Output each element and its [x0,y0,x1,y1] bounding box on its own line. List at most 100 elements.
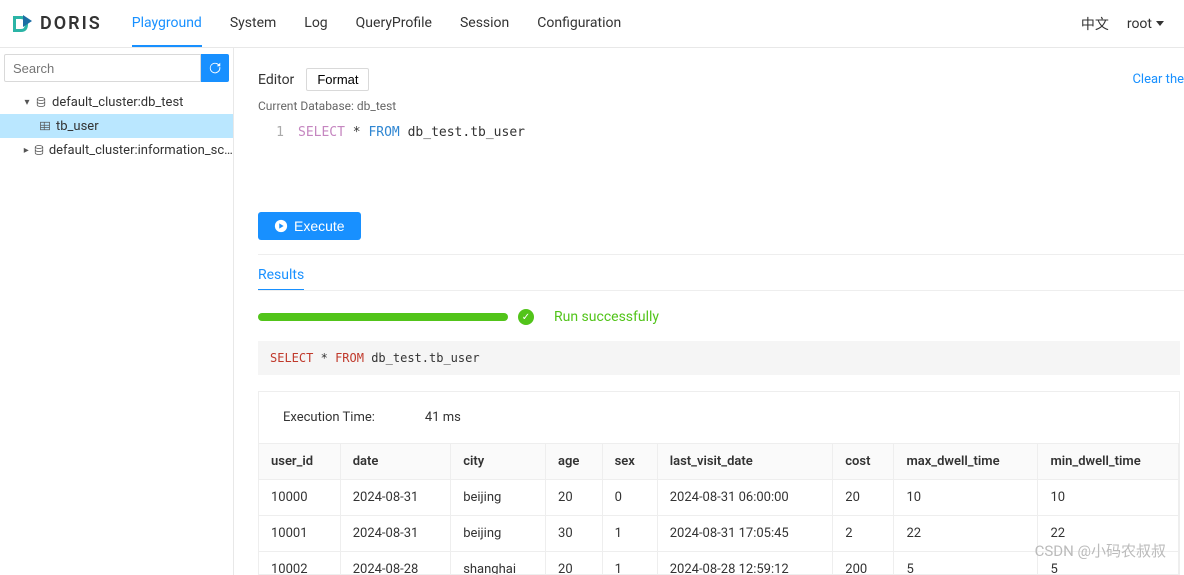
check-icon: ✓ [518,309,534,325]
cell: 10 [894,480,1038,516]
header-right: 中文 root [1081,14,1164,34]
col-cost[interactable]: cost [833,444,894,480]
refresh-icon [208,61,222,75]
cell: 200 [833,552,894,575]
caret-down-icon [1156,21,1164,26]
table-row[interactable]: 100022024-08-28shanghai2012024-08-28 12:… [259,552,1179,575]
cell: 10002 [259,552,340,575]
language-toggle[interactable]: 中文 [1081,14,1109,34]
nav-tab-configuration[interactable]: Configuration [537,1,621,47]
nav-tab-log[interactable]: Log [304,1,327,47]
tree-label: tb_user [56,119,99,134]
cell: 2024-08-28 12:59:12 [657,552,833,575]
cell: beijing [451,516,546,552]
execute-button[interactable]: Execute [258,212,361,240]
clear-link[interactable]: Clear the [1132,72,1184,87]
nav-tab-queryprofile[interactable]: QueryProfile [356,1,432,47]
sidebar: ▾ default_cluster:db_test tb_user ▸ default_… [0,48,234,575]
exec-time-value: 41 ms [425,410,461,425]
col-age[interactable]: age [546,444,603,480]
cell: 22 [894,516,1038,552]
logo: DORIS [10,12,102,36]
content: Editor Format Clear the Current Database… [234,48,1184,575]
cell: 2024-08-31 17:05:45 [657,516,833,552]
cell: 20 [546,552,603,575]
run-status: Run successfully [554,309,659,325]
col-sex[interactable]: sex [602,444,657,480]
sql-editor[interactable]: 1SELECT * FROM db_test.tb_user [258,123,1184,204]
cell: 5 [894,552,1038,575]
cell: 2 [833,516,894,552]
cell: 10000 [259,480,340,516]
execute-row: Execute [258,212,1184,240]
cell: 10001 [259,516,340,552]
cell: 5 [1038,552,1179,575]
query-echo: SELECT * FROM db_test.tb_user [258,341,1180,375]
progress-bar [258,313,508,321]
nav-tab-system[interactable]: System [230,1,276,47]
col-city[interactable]: city [451,444,546,480]
cell: 0 [602,480,657,516]
cell: beijing [451,480,546,516]
tree-db-default_cluster:information_schema[interactable]: ▸ default_cluster:information_schema [0,138,233,162]
results-table-wrap: user_iddatecityagesexlast_visit_datecost… [258,443,1180,575]
table-row[interactable]: 100002024-08-31beijing2002024-08-31 06:0… [259,480,1179,516]
col-min_dwell_time[interactable]: min_dwell_time [1038,444,1179,480]
table-header-row: user_iddatecityagesexlast_visit_datecost… [259,444,1179,480]
cell: 30 [546,516,603,552]
database-icon [34,95,48,109]
table-icon [38,119,52,133]
col-user_id[interactable]: user_id [259,444,340,480]
cell: 20 [546,480,603,516]
cell: 2024-08-31 [340,480,450,516]
tabs-underline [258,290,1184,291]
doris-logo-icon [10,12,34,36]
results-tabs: Results [258,267,1184,291]
cell: 2024-08-31 [340,516,450,552]
editor-bar: Editor Format Clear the [258,68,1184,91]
editor-label: Editor [258,72,294,88]
cell: 2024-08-28 [340,552,450,575]
table-row[interactable]: 100012024-08-31beijing3012024-08-31 17:0… [259,516,1179,552]
current-database: Current Database: db_test [258,99,1184,113]
database-icon [32,143,44,157]
results-table: user_iddatecityagesexlast_visit_datecost… [259,444,1179,575]
tree-label: default_cluster:information_schema [49,143,233,158]
progress-row: ✓ Run successfully [258,309,1184,325]
main: ▾ default_cluster:db_test tb_user ▸ default_… [0,48,1184,575]
cell: 20 [833,480,894,516]
divider [258,254,1184,255]
nav-tabs: Playground System Log QueryProfile Session Co… [132,1,1081,47]
cell: 10 [1038,480,1179,516]
execution-time-box: Execution Time: 41 ms [258,391,1180,443]
play-icon [274,219,288,233]
header: DORIS Playground System Log QueryProfile Ses… [0,0,1184,48]
nav-tab-session[interactable]: Session [460,1,509,47]
brand-text: DORIS [40,13,102,34]
chevron-down-icon: ▾ [20,97,34,108]
search-button[interactable] [201,54,229,82]
cell: 2024-08-31 06:00:00 [657,480,833,516]
cell: 22 [1038,516,1179,552]
cell: 1 [602,552,657,575]
tree-db-default_cluster:db_test[interactable]: ▾ default_cluster:db_test [0,90,233,114]
col-date[interactable]: date [340,444,450,480]
search-input[interactable] [4,54,201,82]
cell: 1 [602,516,657,552]
search-row [0,48,233,88]
db-tree: ▾ default_cluster:db_test tb_user ▸ default_… [0,88,233,164]
exec-time-label: Execution Time: [283,410,375,425]
user-menu[interactable]: root [1127,16,1164,32]
format-button[interactable]: Format [306,68,369,91]
col-last_visit_date[interactable]: last_visit_date [657,444,833,480]
col-max_dwell_time[interactable]: max_dwell_time [894,444,1038,480]
nav-tab-playground[interactable]: Playground [132,1,202,47]
user-name: root [1127,16,1152,32]
line-number: 1 [258,123,284,143]
cell: shanghai [451,552,546,575]
chevron-right-icon: ▸ [20,145,32,156]
tree-table-tb_user[interactable]: tb_user [0,114,233,138]
tree-label: default_cluster:db_test [52,95,183,110]
tab-results[interactable]: Results [258,267,304,291]
table-body: 100002024-08-31beijing2002024-08-31 06:0… [259,480,1179,575]
